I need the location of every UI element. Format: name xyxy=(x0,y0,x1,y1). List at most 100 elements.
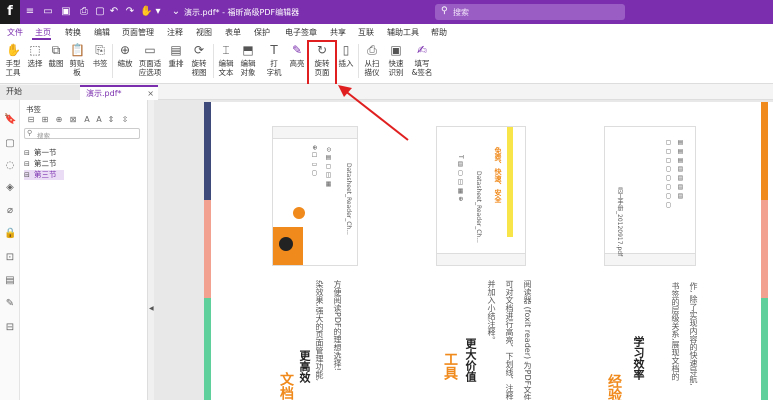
scanner-button[interactable]: ⎙ 从扫 描仪 xyxy=(362,43,382,77)
menu-bar: 文件 主页 转换 编辑 页面管理 注释 视图 表单 保护 电子签章 共享 互联 … xyxy=(0,24,773,40)
new-file-icon[interactable]: ▢ xyxy=(94,6,106,18)
search-input[interactable]: ⚲ 搜索 xyxy=(435,4,625,20)
bookmark-item[interactable]: ⊟ 第一节 xyxy=(24,148,57,158)
menu-form[interactable]: 表单 xyxy=(225,27,241,38)
redo-icon[interactable]: ↷ xyxy=(124,6,136,18)
zoom-button[interactable]: ⊕ 缩放 xyxy=(116,43,134,68)
bookmark-item-label: 第一节 xyxy=(34,148,57,157)
save-icon[interactable]: ▣ xyxy=(60,6,72,18)
ocr-button[interactable]: ▣ 快速 识别 xyxy=(386,43,406,77)
bookmark-item-icon: ⊟ xyxy=(24,149,30,157)
bookmark-add-icon[interactable]: ⊕ xyxy=(54,115,64,125)
content-icon[interactable]: ⊡ xyxy=(4,252,16,264)
left-nav-panel: 🔖 ▢ ◌ ◈ ⌀ 🔒 ⊡ ▤ ✎ ⊟ xyxy=(0,100,20,400)
bookmark-panel-icon[interactable]: 🔖 xyxy=(4,114,16,126)
comment-icon[interactable]: ◌ xyxy=(4,160,16,172)
menu-icon[interactable]: ≡ xyxy=(24,6,36,18)
ribbon-divider xyxy=(358,44,359,78)
menu-share[interactable]: 共享 xyxy=(330,27,346,38)
window-title: 演示.pdf* - 福昕高级PDF编辑器 xyxy=(184,7,299,18)
font-larger-icon[interactable]: A xyxy=(82,115,92,125)
body-text: 阅读器 (foxit reader) 为PDF文件添 xyxy=(523,280,532,400)
reflow-button[interactable]: ▤ 重排 xyxy=(167,43,185,68)
menu-home[interactable]: 主页 xyxy=(35,27,51,38)
bookmark-delete-icon[interactable]: ⊟ xyxy=(26,115,36,125)
open-file-icon[interactable]: ▭ xyxy=(42,6,54,18)
signature-icon[interactable]: ✎ xyxy=(4,298,16,310)
menu-view[interactable]: 视图 xyxy=(196,27,212,38)
rotate-view-button[interactable]: ⟳ 旋转 视图 xyxy=(189,43,209,77)
font-smaller-icon[interactable]: A xyxy=(94,115,104,125)
bookmark-item-selected[interactable]: ⊟ 第三节 xyxy=(24,170,64,180)
menu-edit[interactable]: 编辑 xyxy=(94,27,110,38)
typewriter-icon: T xyxy=(270,43,278,57)
edit-object-icon: ⬒ xyxy=(242,43,254,57)
rotate-view-icon: ⟳ xyxy=(193,43,205,57)
menu-accessibility[interactable]: 辅助工具 xyxy=(387,27,419,38)
undo-icon[interactable]: ↶ xyxy=(108,6,120,18)
bookmark-item-icon: ⊟ xyxy=(24,160,30,168)
print-icon[interactable]: ⎙ xyxy=(78,6,90,18)
menu-protect[interactable]: 保护 xyxy=(254,27,270,38)
search-placeholder: 搜索 xyxy=(453,8,469,17)
hand-tool-button[interactable]: ✋ 手型 工具 xyxy=(4,43,22,77)
menu-connect[interactable]: 互联 xyxy=(358,27,374,38)
menu-file[interactable]: 文件 xyxy=(7,27,23,38)
typewriter-label: 打 字机 xyxy=(266,59,282,77)
edit-object-label: 编辑 对象 xyxy=(240,59,256,77)
thumb-toolbar-glyphs: ⊙ ▤ ▢ ◫ ▦ xyxy=(325,147,332,188)
dropdown-icon[interactable]: ⌄ xyxy=(170,6,182,18)
fit-page-button[interactable]: ▭ 页面适 应选项 xyxy=(137,43,163,77)
menu-annotate[interactable]: 注释 xyxy=(167,27,183,38)
clipboard-button[interactable]: 📋 剪贴 板 xyxy=(68,43,86,77)
section-heading-orange: 文档 xyxy=(278,372,294,400)
section-heading: 更高效 xyxy=(298,350,311,383)
layers-icon[interactable]: ◈ xyxy=(4,182,16,194)
tags-icon[interactable]: ▤ xyxy=(4,275,16,287)
bookmark-child-icon[interactable]: ⊠ xyxy=(68,115,78,125)
yellow-highlight xyxy=(507,127,513,237)
menu-convert[interactable]: 转换 xyxy=(65,27,81,38)
hand-tool-icon[interactable]: ✋ xyxy=(140,6,152,18)
bookmark-button[interactable]: ⎘ 书签 xyxy=(91,43,109,68)
body-text: 书签的层级关系,展现文档的 xyxy=(671,282,680,381)
reflow-icon: ▤ xyxy=(170,43,182,57)
menu-esign[interactable]: 电子签章 xyxy=(285,27,317,38)
highlight-button[interactable]: ✎ 高亮 xyxy=(288,43,306,68)
insert-button[interactable]: ▯ 插入 xyxy=(337,43,355,68)
hand-tool-label: 手型 工具 xyxy=(5,59,21,77)
fill-sign-button[interactable]: ✍ 填写 &签名 xyxy=(411,43,433,77)
edit-object-button[interactable]: ⬒ 编辑 对象 xyxy=(238,43,258,77)
collapse-icon[interactable]: ⇳ xyxy=(120,115,130,125)
bookmark-search-input[interactable]: ⚲ 搜索 xyxy=(24,128,140,140)
expand-icon[interactable]: ⇕ xyxy=(106,115,116,125)
tab-document[interactable]: 演示.pdf* × xyxy=(80,85,158,100)
screenshot-button[interactable]: ⧉ 截图 xyxy=(47,43,65,68)
security-icon[interactable]: 🔒 xyxy=(4,228,16,240)
section-heading-orange: 经验 xyxy=(606,374,622,400)
tab-start[interactable]: 开始 xyxy=(0,85,80,100)
destination-icon[interactable]: ⊟ xyxy=(4,322,16,334)
clipboard-label: 剪贴 板 xyxy=(69,59,85,77)
attachment-icon[interactable]: ⌀ xyxy=(4,205,16,217)
collapse-panel-icon[interactable]: ◀ xyxy=(149,305,154,312)
bookmark-item-label: 第三节 xyxy=(34,170,57,179)
edit-text-button[interactable]: ⌶ 编辑 文本 xyxy=(217,43,235,77)
select-button[interactable]: ⬚ 选择 xyxy=(26,43,44,68)
menu-page-manage[interactable]: 页面管理 xyxy=(122,27,154,38)
chevron-down-icon[interactable]: ▾ xyxy=(152,6,164,18)
menu-help[interactable]: 帮助 xyxy=(431,27,447,38)
bookmark-new-icon[interactable]: ⊞ xyxy=(40,115,50,125)
ribbon-divider xyxy=(112,44,113,78)
ribbon-divider xyxy=(213,44,214,78)
bookmark-item[interactable]: ⊟ 第二节 xyxy=(24,159,57,169)
page-thumbnail-icon[interactable]: ▢ xyxy=(4,138,16,150)
close-icon[interactable]: × xyxy=(147,87,154,101)
document-view[interactable]: Datasheet_Reader_Ch... ⊙ ▤ ▢ ◫ ▦ ⊕ ☐ ▭ ▢… xyxy=(154,100,773,400)
screenshot-thumbnail: 员工手册_20120917.pdf ▢ ▢ ▢ ▢ ▢ ▢ ▢ ▢ ▤ ▤ ▤ … xyxy=(604,126,696,266)
highlight-icon: ✎ xyxy=(291,43,303,57)
cursor-icon: ⬚ xyxy=(29,43,41,57)
typewriter-button[interactable]: T 打 字机 xyxy=(265,43,283,77)
select-label: 选择 xyxy=(27,59,43,68)
screenshot-thumbnail: 免费、快速、安全 Datasheet_Reader_Ch... T ▤ ▢ ◫ … xyxy=(436,126,526,266)
